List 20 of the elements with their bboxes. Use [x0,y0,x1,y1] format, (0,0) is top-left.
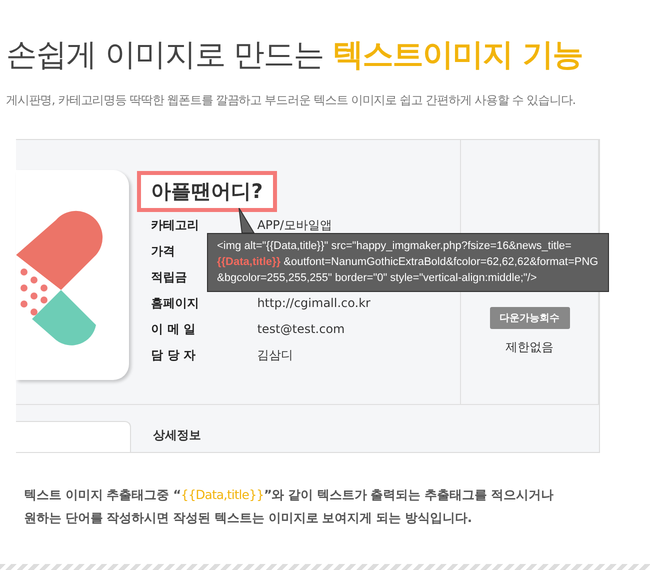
page-subtitle: 게시판명, 카테고리명등 딱딱한 웹폰트를 깔끔하고 부드러운 텍스트 이미지로 쉽고 간편하게 사용할 수 있습니다. [6,92,576,109]
code-line: <img alt="{{Data,title}}" src="happy_imgmaker.php?fsize=16&news_title= [217,240,572,253]
field-label: 홈페이지 [151,294,200,312]
field-value: http://cgimall.co.kr [257,296,372,310]
download-limit: 제한없음 [506,339,554,356]
field-label: 이 메 일 [151,320,196,338]
field-value: 김삼디 [257,346,294,364]
field-value: APP/모바일앱 [257,216,333,234]
code-line: &bgcolor=255,255,255" border="0" style="vertical-align:middle;"/> [217,272,538,285]
description-text: 텍스트 이미지 추출태그중 “{{Data,title}}”와 같이 텍스트가 출력되는 추출태그를 적으시거나 원하는 단어를 작성하시면 작성된 텍스트는 이미지로 보여지게 되는 방식입니다. [24,486,554,527]
code-line: {{Data,title}} &outfont=NanumGothicExtraBold&fcolor=62,62,62&format=PNG [217,256,598,269]
download-count-button[interactable]: 다운가능회수 [490,307,570,329]
field-label: 가격 [151,242,176,260]
field-label: 적립금 [151,268,188,286]
product-title: 아플땐어디? [137,171,277,212]
field-label: 카테고리 [151,216,200,234]
field-label: 담 당 자 [151,346,196,364]
field-value: test@test.com [257,322,346,336]
detail-tab[interactable]: 상세정보 [153,427,201,444]
page-title: 손쉽게 이미지로 만드는 텍스트이미지 기능 [6,36,584,75]
